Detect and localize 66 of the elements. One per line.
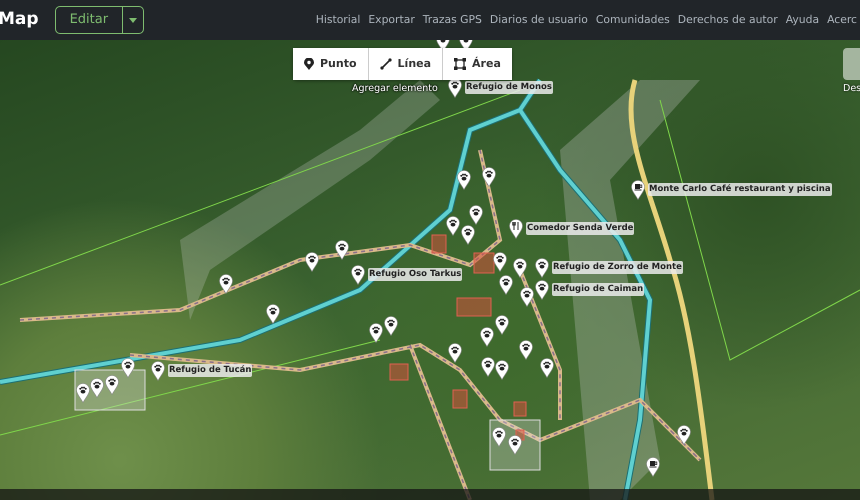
building-outline bbox=[474, 252, 494, 274]
map-pin-icon[interactable] bbox=[499, 275, 513, 295]
map-pin-icon[interactable] bbox=[481, 357, 495, 377]
map-pin-icon[interactable] bbox=[631, 180, 645, 200]
map-pin-icon[interactable] bbox=[384, 316, 398, 336]
map-pin-icon[interactable] bbox=[495, 360, 509, 380]
map-pin-icon[interactable] bbox=[351, 265, 365, 285]
map-pin-icon[interactable] bbox=[480, 327, 494, 347]
map-label: Comedor Senda Verde bbox=[526, 222, 634, 235]
map-pin-icon[interactable] bbox=[540, 358, 554, 378]
map-pin-icon[interactable] bbox=[305, 252, 319, 272]
map-pin-icon[interactable] bbox=[461, 225, 475, 245]
map-pin-icon[interactable] bbox=[513, 258, 527, 278]
edit-button[interactable]: Editar bbox=[56, 7, 122, 33]
nav-link[interactable]: Exportar bbox=[368, 12, 415, 28]
building-outline bbox=[456, 298, 492, 316]
map-pin-icon[interactable] bbox=[535, 280, 549, 300]
map-label: Monte Carlo Café restaurant y piscina bbox=[648, 183, 832, 196]
nav-link[interactable]: Comunidades bbox=[596, 12, 670, 28]
building-outline bbox=[432, 234, 446, 254]
map-pin-icon[interactable] bbox=[90, 378, 104, 398]
map-pin-icon[interactable] bbox=[446, 216, 460, 236]
map-pin-icon[interactable] bbox=[535, 258, 549, 278]
map-pin-icon[interactable] bbox=[266, 304, 280, 324]
building-outline bbox=[452, 390, 468, 408]
nav-link[interactable]: Historial bbox=[316, 12, 360, 28]
map-label: Refugio de Zorro de Monte bbox=[552, 261, 683, 274]
map-pin-icon[interactable] bbox=[520, 287, 534, 307]
nav-link[interactable]: Derechos de autor bbox=[678, 12, 778, 28]
nav-link[interactable]: Acerc bbox=[827, 12, 857, 28]
map-pin-icon[interactable] bbox=[469, 205, 483, 225]
add-area-button[interactable]: Área bbox=[443, 48, 512, 80]
map-pin-icon[interactable] bbox=[509, 219, 523, 239]
map-pin-icon[interactable] bbox=[105, 375, 119, 395]
pin-icon bbox=[304, 58, 314, 70]
map-pin-icon[interactable] bbox=[448, 343, 462, 363]
map-pin-icon[interactable] bbox=[493, 252, 507, 272]
map-pin-icon[interactable] bbox=[76, 383, 90, 403]
building-outline bbox=[514, 402, 526, 416]
add-line-button[interactable]: Línea bbox=[368, 48, 444, 80]
map-pin-icon[interactable] bbox=[369, 323, 383, 343]
add-point-button[interactable]: Punto bbox=[293, 48, 369, 80]
map-pin-icon[interactable] bbox=[677, 425, 691, 445]
map-pin-icon[interactable] bbox=[519, 340, 533, 360]
line-icon bbox=[380, 58, 392, 70]
map-pin-icon[interactable] bbox=[646, 457, 660, 477]
nav-link[interactable]: Ayuda bbox=[786, 12, 820, 28]
map-pin-icon[interactable] bbox=[495, 315, 509, 335]
map-pin-icon[interactable] bbox=[219, 274, 233, 294]
map-pin-icon[interactable] bbox=[482, 167, 496, 187]
map-label: Refugio Oso Tarkus bbox=[368, 268, 462, 281]
toolbar-caption: Agregar elemento bbox=[352, 82, 438, 96]
map-pin-icon[interactable] bbox=[335, 240, 349, 260]
map-pin-icon[interactable] bbox=[508, 435, 522, 455]
nav-link[interactable]: Trazas GPS bbox=[422, 12, 482, 28]
building-outline bbox=[390, 364, 408, 380]
map-label: Refugio de Monos bbox=[465, 81, 553, 94]
map-label: Refugio de Caiman bbox=[552, 283, 644, 296]
map-label: Refugio de Tucán bbox=[168, 364, 252, 377]
map-pin-icon[interactable] bbox=[121, 358, 135, 378]
caret-icon bbox=[129, 18, 138, 22]
map-pin-icon[interactable] bbox=[151, 361, 165, 381]
map-pin-icon[interactable] bbox=[457, 170, 471, 190]
nav-link[interactable]: Diarios de usuario bbox=[490, 12, 588, 28]
area-icon bbox=[454, 58, 466, 70]
map-pin-icon[interactable] bbox=[492, 427, 506, 447]
